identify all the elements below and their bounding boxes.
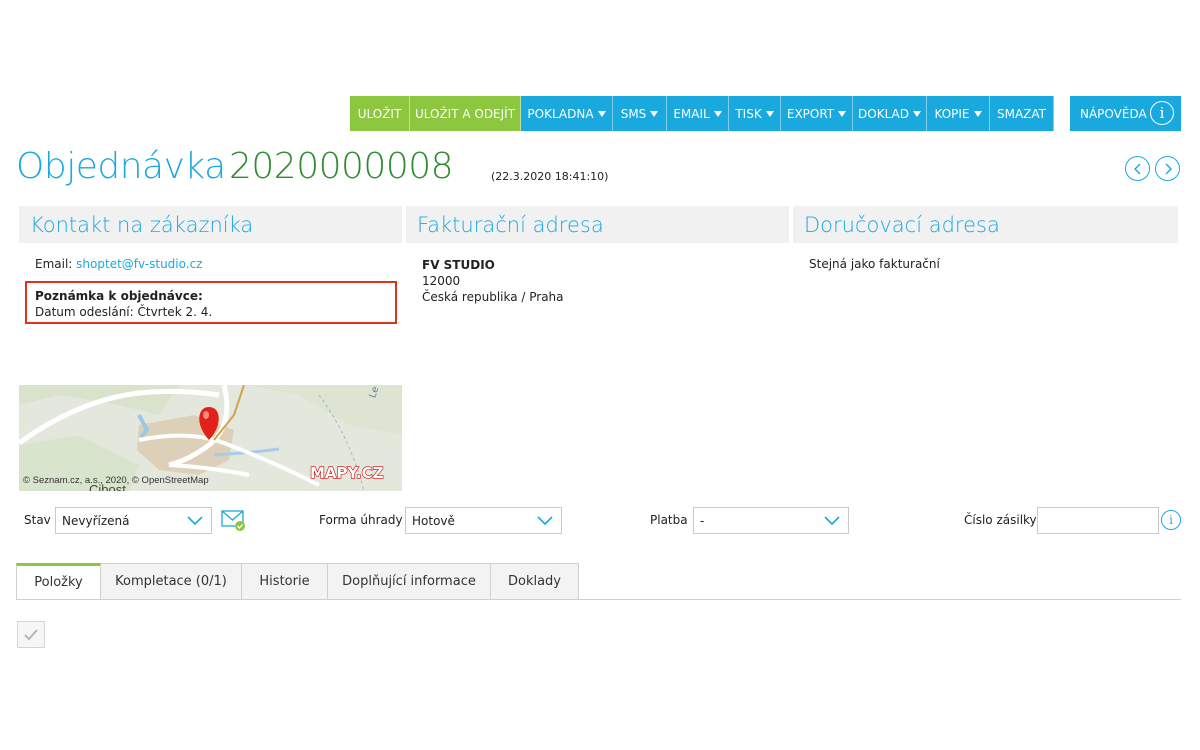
platba-label: Platba [650,513,688,527]
send-status-email-button[interactable] [221,510,247,536]
kopie-menu-button[interactable]: KOPIE [927,96,990,131]
billing-name: FV STUDIO [422,258,495,272]
sms-menu-button[interactable]: SMS [613,96,667,131]
billing-country-city: Česká republika / Praha [422,290,564,304]
caret-down-icon [973,110,982,117]
order-date: (22.3.2020 18:41:10) [491,170,609,183]
pokladna-menu-button[interactable]: POKLADNA [521,96,613,131]
map-image: Cibost Le © Seznam.cz, a.s., 2020, © Ope… [19,385,402,491]
billing-heading: Fakturační adresa [406,206,789,243]
caret-down-icon [765,110,774,117]
billing-zip: 12000 [422,274,461,288]
order-note: Poznámka k objednávce: Datum odeslání: Č… [25,281,397,324]
status-label: Stav [24,513,51,527]
chevron-down-icon [537,516,553,526]
payment-form-select[interactable]: Hotově [405,507,562,534]
tab-completion[interactable]: Kompletace (0/1) [101,563,242,600]
shipping-heading: Doručovací adresa [793,206,1178,243]
checkmark-icon [24,628,38,640]
save-button[interactable]: ULOŽIT [350,96,410,131]
order-tabs: Položky Kompletace (0/1) Historie Doplňu… [16,563,579,600]
tab-additional-info[interactable]: Doplňující informace [328,563,491,600]
chevron-down-icon [824,516,840,526]
location-map[interactable]: Cibost Le © Seznam.cz, a.s., 2020, © Ope… [19,385,402,491]
mapy-cz-logo: MAPY.CZ [310,464,384,482]
chevron-right-icon [1165,163,1172,174]
order-note-title: Poznámka k objednávce: [35,289,203,303]
tab-documents[interactable]: Doklady [491,563,579,600]
info-icon: i [1150,101,1174,125]
chevron-down-icon [187,516,203,526]
caret-down-icon [838,110,847,117]
order-note-text: Datum odeslání: Čtvrtek 2. 4. [35,305,213,319]
tab-history[interactable]: Historie [242,563,328,600]
previous-order-button[interactable] [1125,156,1150,181]
platba-select[interactable]: - [693,507,849,534]
order-number: 2020000008 [229,146,454,187]
toolbar: ULOŽIT ULOŽIT A ODEJÍT POKLADNA SMS EMAI… [350,96,1054,131]
mail-icon [221,510,245,531]
caret-down-icon [912,110,921,117]
tab-items[interactable]: Položky [16,563,101,600]
map-copyright: © Seznam.cz, a.s., 2020, © OpenStreetMap [23,475,209,486]
email-link[interactable]: shoptet@fv-studio.cz [76,257,202,271]
caret-down-icon [713,110,722,117]
export-menu-button[interactable]: EXPORT [781,96,853,131]
next-order-button[interactable] [1155,156,1180,181]
doklad-menu-button[interactable]: DOKLAD [853,96,927,131]
help-button[interactable]: NÁPOVĚDA i [1070,96,1181,131]
email-menu-button[interactable]: EMAIL [667,96,729,131]
tisk-menu-button[interactable]: TISK [729,96,781,131]
tab-divider [16,599,1181,600]
customer-email: Email: shoptet@fv-studio.cz [35,257,203,271]
payment-form-label: Forma úhrady [319,513,403,527]
delete-button[interactable]: SMAZAT [990,96,1054,131]
shipment-number-input[interactable] [1037,507,1159,534]
shipment-number-label: Číslo zásilky [964,513,1037,527]
chevron-left-icon [1133,163,1140,174]
info-icon: i [1169,513,1173,527]
status-select[interactable]: Nevyřízená [55,507,212,534]
shipment-info-button[interactable]: i [1161,510,1181,530]
save-and-exit-button[interactable]: ULOŽIT A ODEJÍT [410,96,521,131]
caret-down-icon [597,110,606,117]
page-title: Objednávka [16,146,226,187]
billing-address: FV STUDIO 12000 Česká republika / Praha [422,257,564,305]
shipping-address: Stejná jako fakturační [809,257,940,271]
select-all-checkbox[interactable] [17,621,45,648]
contact-heading: Kontakt na zákazníka [19,206,402,243]
caret-down-icon [650,110,659,117]
